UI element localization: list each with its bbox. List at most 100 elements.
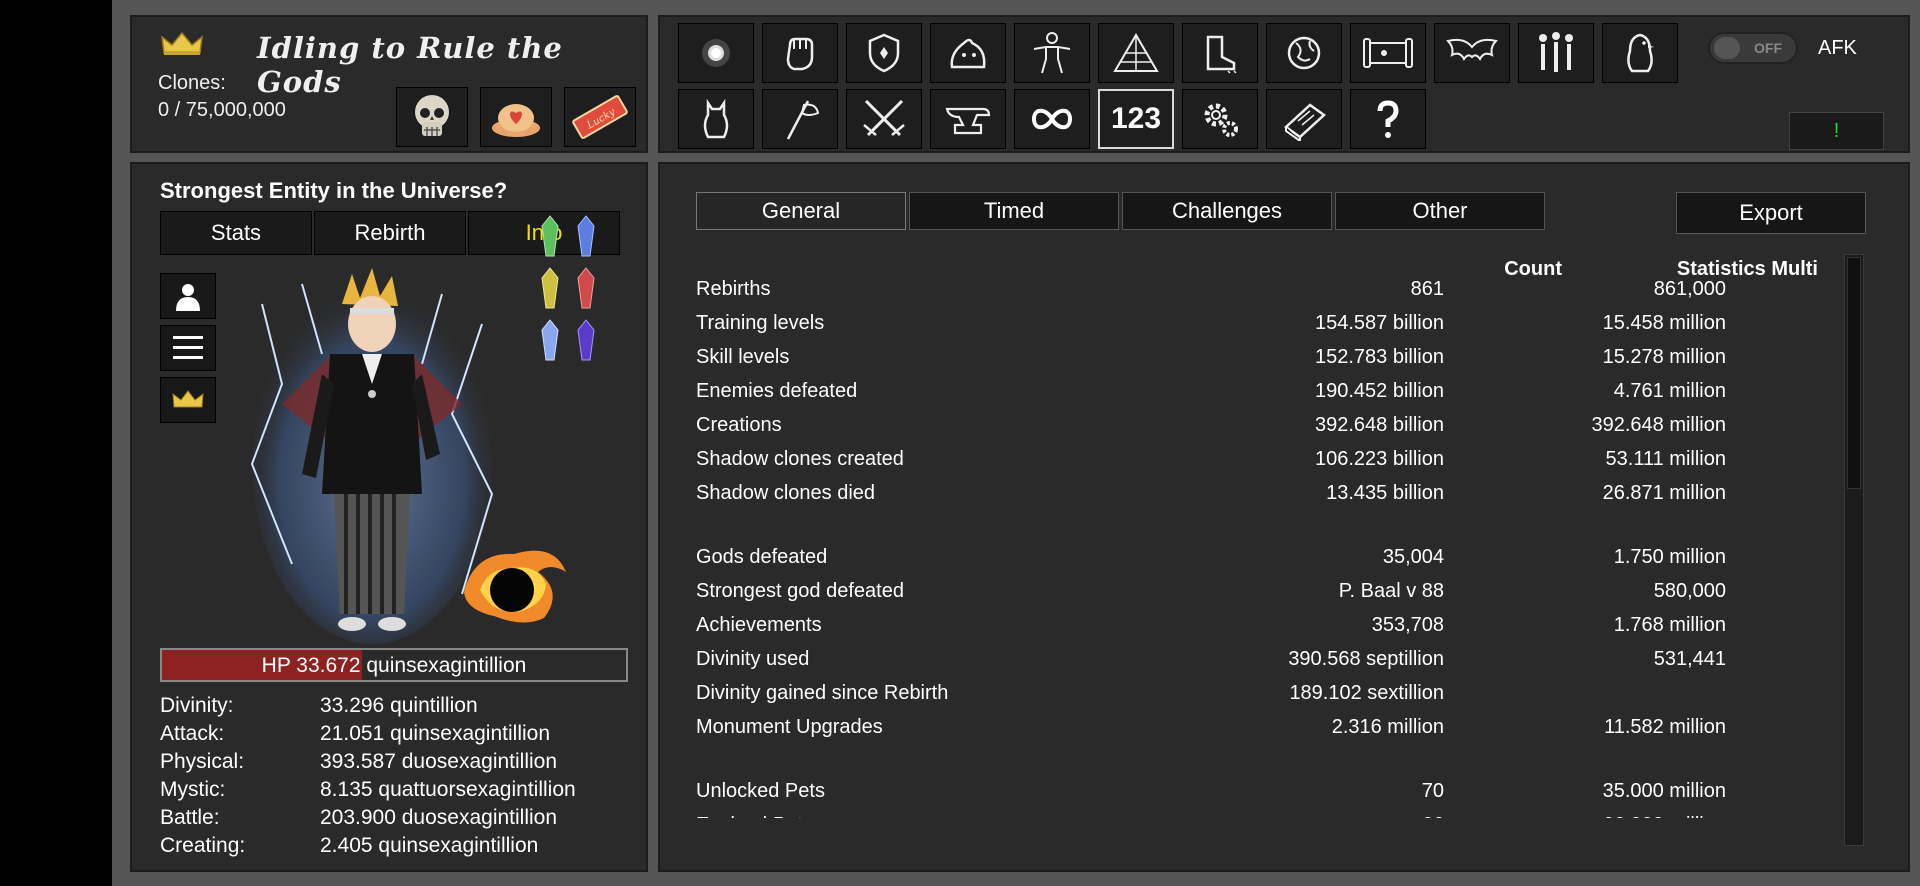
question-mark-icon [1377, 100, 1399, 138]
afk-toggle-state: OFF [1754, 40, 1782, 56]
tab-timed[interactable]: Timed [909, 192, 1119, 230]
scrollbar[interactable] [1844, 254, 1864, 846]
character-title: Strongest Entity in the Universe? [160, 178, 508, 203]
row-count: 189.102 sextillion [1289, 682, 1444, 704]
pyramid-icon [1113, 33, 1159, 72]
row-label: Shadow clones created [696, 448, 904, 470]
heart-lotus-button[interactable] [480, 87, 552, 147]
settings-button[interactable] [1182, 89, 1258, 149]
tab-rebirth[interactable]: Rebirth [314, 211, 466, 255]
row-multi: 11.582 million [1604, 716, 1726, 738]
stat-value: 8.135 quattuorsexagintillion [320, 778, 576, 801]
pets-button[interactable] [1602, 23, 1678, 83]
gods-button[interactable] [1434, 23, 1510, 83]
scroll-icon [1363, 38, 1413, 68]
row-count: 190.452 billion [1315, 380, 1444, 402]
afk-toggle[interactable]: OFF [1708, 32, 1798, 64]
alert-button[interactable]: ! [1789, 112, 1884, 150]
campaigns-button[interactable] [762, 89, 838, 149]
row-count: 392.648 billion [1315, 414, 1444, 436]
tab-general[interactable]: General [696, 192, 906, 230]
body-outline-icon [1033, 32, 1071, 74]
lucky-ticket-icon: Lucky [572, 95, 628, 139]
stat-value: 21.051 quinsexagintillion [320, 722, 551, 745]
stat-key: Mystic: [160, 778, 226, 801]
row-count: 390.568 septillion [1288, 648, 1444, 670]
physical-button[interactable] [1014, 23, 1090, 83]
artifacts-button[interactable] [1350, 23, 1426, 83]
row-label: Achievements [696, 614, 822, 636]
heart-lotus-icon [492, 104, 540, 137]
row-label: Rebirths [696, 278, 771, 300]
row-count: 13.435 billion [1326, 482, 1444, 504]
tab-challenges[interactable]: Challenges [1122, 192, 1332, 230]
table-row: Shadow clones created 106.223 billion 53.1… [696, 448, 1746, 476]
row-count: 106.223 billion [1315, 448, 1444, 470]
row-count: P. Baal v 88 [1338, 580, 1444, 602]
creations-button[interactable] [1098, 23, 1174, 83]
glow-orb-icon [702, 39, 730, 67]
row-count: 861 [1410, 278, 1444, 300]
scrollbar-thumb[interactable] [1847, 257, 1861, 489]
infinity-button[interactable] [1014, 89, 1090, 149]
gears-icon [1204, 103, 1238, 137]
followers-button[interactable] [1518, 23, 1594, 83]
row-label: Creations [696, 414, 782, 436]
cat-button[interactable] [678, 89, 754, 149]
row-label: Divinity used [696, 648, 810, 670]
might-button[interactable] [1182, 23, 1258, 83]
table-row: Training levels 154.587 billion 15.458 mil… [696, 312, 1746, 340]
boot-icon [1206, 35, 1237, 74]
defense-button[interactable] [846, 23, 922, 83]
table-row: Strongest god defeated P. Baal v 88 580,00… [696, 580, 1746, 608]
table-row: Creations 392.648 billion 392.648 million [696, 414, 1746, 442]
anvil-icon [945, 107, 991, 135]
statistics-panel: General Timed Challenges Other Export Co… [658, 162, 1910, 872]
crown-button[interactable] [160, 377, 216, 423]
fight-button[interactable] [846, 89, 922, 149]
planet-button[interactable] [1266, 23, 1342, 83]
training-button[interactable] [762, 23, 838, 83]
stat-value: 33.296 quintillion [320, 694, 478, 717]
tab-stats[interactable]: Stats [160, 211, 312, 255]
crossed-swords-icon [863, 99, 905, 137]
menu-button[interactable] [160, 325, 216, 371]
stat-key: Battle: [160, 806, 220, 829]
tab-other[interactable]: Other [1335, 192, 1545, 230]
monsters-button[interactable] [930, 23, 1006, 83]
flag-axe-icon [786, 100, 820, 140]
statistics-button[interactable]: 123 [1098, 89, 1174, 149]
table-row: Achievements 353,708 1.768 million [696, 614, 1746, 642]
stat-key: Creating: [160, 834, 246, 857]
row-multi: 531,441 [1653, 648, 1726, 670]
stat-row-mystic: Mystic: 8.135 quattuorsexagintillion [160, 778, 630, 804]
table-row: Divinity used 390.568 septillion 531,441 [696, 648, 1746, 676]
row-count: 70 [1421, 780, 1444, 802]
table-row: Divinity gained since Rebirth 189.102 sex… [696, 682, 1746, 710]
divinity-orb-button[interactable] [678, 23, 754, 83]
skull-icon [415, 95, 449, 136]
row-label: Divinity gained since Rebirth [696, 682, 949, 704]
shield-icon [868, 33, 900, 73]
row-multi: 861,000 [1653, 278, 1726, 300]
person-icon [176, 284, 200, 311]
hp-bar: HP 33.672 quinsexagintillion [160, 648, 628, 682]
row-count: 152.783 billion [1315, 346, 1444, 368]
help-button[interactable] [1350, 89, 1426, 149]
row-label: Evolved Pets [696, 814, 813, 818]
row-multi: 1.768 million [1613, 614, 1726, 636]
crafting-button[interactable] [930, 89, 1006, 149]
row-multi: 53.111 million [1605, 448, 1726, 470]
lucky-ticket-button[interactable]: Lucky [564, 87, 636, 147]
export-button[interactable]: Export [1676, 192, 1866, 234]
guide-button[interactable] [1266, 89, 1342, 149]
row-multi: 35.000 million [1602, 780, 1726, 802]
skull-button[interactable] [396, 87, 468, 147]
row-label: Monument Upgrades [696, 716, 883, 738]
table-row: Rebirths 861 861,000 [696, 278, 1746, 306]
toggle-knob [1714, 37, 1740, 59]
stat-row-battle: Battle: 203.900 duosexagintillion [160, 806, 630, 832]
character-panel: Strongest Entity in the Universe? Stats … [130, 162, 648, 872]
profile-button[interactable] [160, 273, 216, 319]
row-multi: 1.750 million [1613, 546, 1726, 568]
